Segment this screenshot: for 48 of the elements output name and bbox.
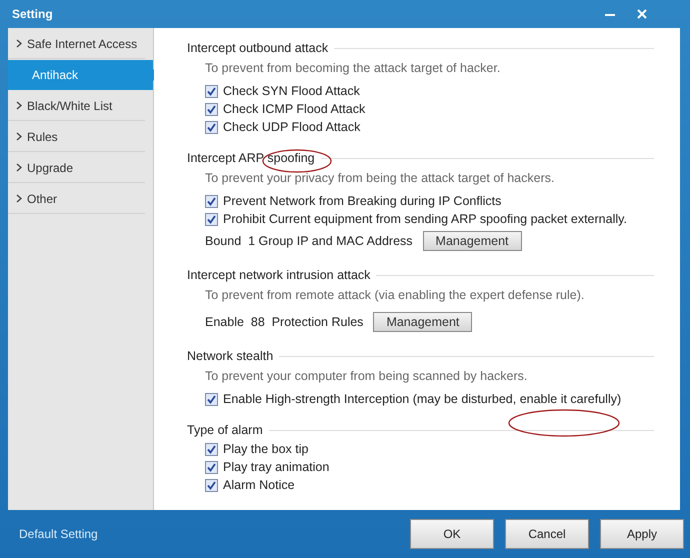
checkbox[interactable] xyxy=(205,102,218,116)
sidebar-item[interactable]: Safe Internet Access xyxy=(8,29,145,59)
section-title: Intercept ARP spoofing xyxy=(187,151,315,165)
checkbox-option[interactable]: Alarm Notice xyxy=(205,476,654,494)
sidebar-item[interactable]: Rules xyxy=(8,122,145,152)
checkbox-option[interactable]: Prohibit Current equipment from sending ARP spoofing packet externally. xyxy=(205,210,654,228)
chevron-icon xyxy=(16,194,22,203)
checkbox[interactable] xyxy=(205,84,218,98)
checkbox-option[interactable]: Enable High-strength Interception (may be disturbed, enable it carefully) xyxy=(205,390,654,408)
checkbox-option[interactable]: Play tray animation xyxy=(205,458,654,476)
close-icon[interactable] xyxy=(636,8,648,20)
default-setting-link[interactable]: Default Setting xyxy=(19,527,98,541)
section-description: To prevent your computer from being scanned by hackers. xyxy=(204,368,528,384)
window-title: Setting xyxy=(12,7,53,21)
checkbox[interactable] xyxy=(205,478,218,492)
dialog-button[interactable]: OK xyxy=(410,519,494,549)
checkbox[interactable] xyxy=(205,442,218,456)
section-title: Type of alarm xyxy=(187,423,263,437)
checkbox[interactable] xyxy=(205,460,218,474)
section-title: Intercept network intrusion attack xyxy=(187,268,370,282)
section-description: To prevent from becoming the attack target of hacker. xyxy=(204,60,502,76)
checkbox-option[interactable]: Check ICMP Flood Attack xyxy=(205,100,654,118)
chevron-icon xyxy=(16,132,22,141)
section-description: To prevent from remote attack (via enabling the expert defense rule). xyxy=(204,287,586,303)
status-text: Bound 1 Group IP and MAC Address xyxy=(205,234,413,248)
section-title: Network stealth xyxy=(187,349,274,363)
sidebar-item[interactable]: Antihack xyxy=(8,60,153,90)
sidebar-item[interactable]: Other xyxy=(8,184,145,214)
sidebar-item[interactable]: Black/White List xyxy=(8,91,145,121)
checkbox[interactable] xyxy=(205,194,218,208)
checkbox-option[interactable]: Play the box tip xyxy=(205,440,654,458)
chevron-icon xyxy=(16,39,22,48)
dialog-button[interactable]: Apply xyxy=(600,519,684,549)
management-button[interactable]: Management xyxy=(422,231,522,251)
sidebar-item[interactable]: Upgrade xyxy=(8,153,145,183)
checkbox[interactable] xyxy=(205,212,218,226)
checkbox-option[interactable]: Prevent Network from Breaking during IP Conflicts xyxy=(205,192,654,210)
chevron-icon xyxy=(16,101,22,110)
section-title: Intercept outbound attack xyxy=(187,41,328,55)
checkbox-option[interactable]: Check UDP Flood Attack xyxy=(205,118,654,136)
section-description: To prevent your privacy from being the attack target of hackers. xyxy=(204,170,556,186)
dialog-button[interactable]: Cancel xyxy=(505,519,589,549)
management-button[interactable]: Management xyxy=(373,312,472,332)
chevron-icon xyxy=(16,163,22,172)
checkbox[interactable] xyxy=(205,392,218,406)
status-text: Enable 88 Protection Rules xyxy=(205,315,364,329)
checkbox[interactable] xyxy=(205,120,218,134)
checkbox-option[interactable]: Check SYN Flood Attack xyxy=(205,82,654,100)
